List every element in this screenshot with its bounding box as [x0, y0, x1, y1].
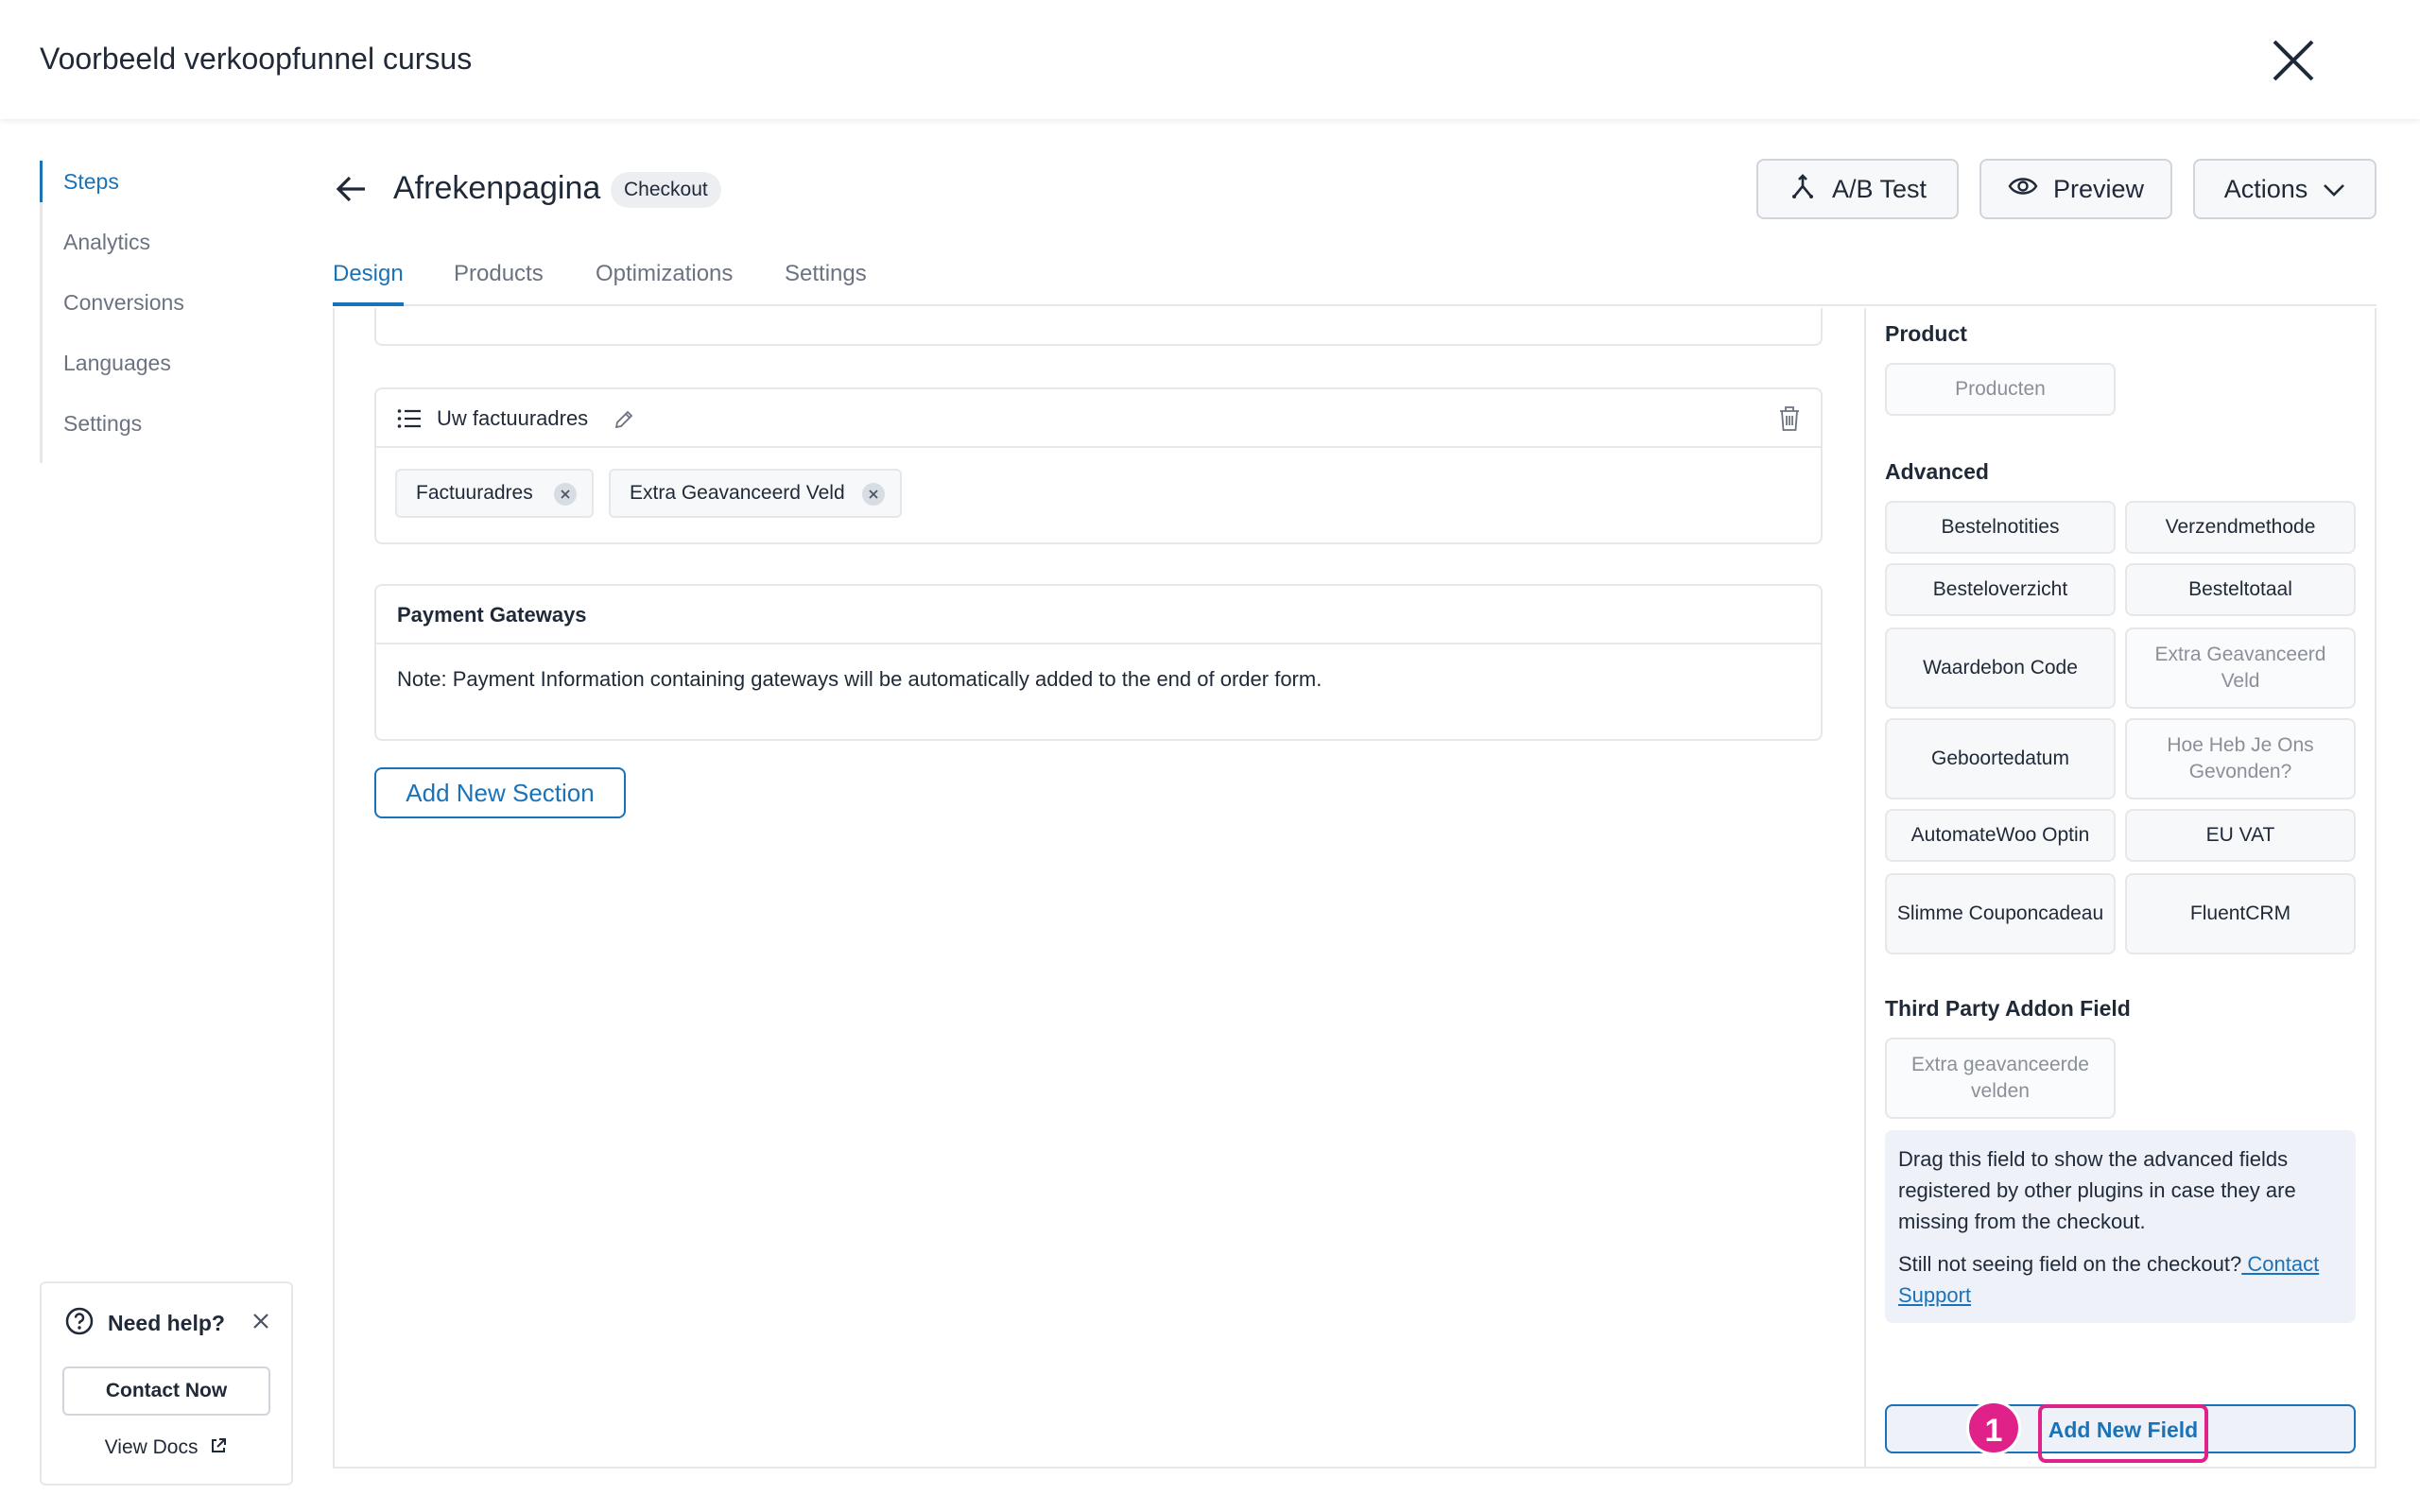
page-title: Voorbeeld verkoopfunnel cursus — [40, 42, 473, 76]
billing-section: Uw factuuradres Factuuradres Extra Geava… — [374, 387, 1823, 544]
step-title: Afrekenpagina — [393, 170, 601, 206]
info-question-line: Still not seeing field on the checkout? … — [1898, 1248, 2342, 1311]
field-besteltotaal[interactable]: Besteltotaal — [2125, 563, 2356, 616]
field-eu-vat[interactable]: EU VAT — [2125, 809, 2356, 862]
list-icon[interactable] — [397, 408, 422, 434]
annotation-marker: 1 — [1966, 1400, 2021, 1455]
field-waardebon-code[interactable]: Waardebon Code — [1885, 627, 2116, 709]
info-question: Still not seeing field on the checkout? — [1898, 1252, 2242, 1276]
edit-pencil-icon[interactable] — [613, 408, 635, 436]
remove-chip-icon[interactable] — [554, 483, 577, 506]
chevron-down-icon — [2323, 175, 2345, 204]
ab-test-label: A/B Test — [1831, 174, 1927, 203]
field-hoe-heb-je-ons-gevonden[interactable]: Hoe Heb Je Ons Gevonden? — [2125, 718, 2356, 799]
actions-dropdown[interactable]: Actions — [2193, 159, 2377, 219]
billing-section-header: Uw factuuradres — [376, 389, 1821, 448]
field-verzendmethode[interactable]: Verzendmethode — [2125, 501, 2356, 554]
tab-settings[interactable]: Settings — [785, 261, 867, 306]
app-header: Voorbeeld verkoopfunnel cursus — [0, 0, 2420, 119]
help-title: Need help? — [108, 1311, 225, 1335]
back-arrow-icon[interactable] — [333, 170, 371, 208]
sidebar-item-conversions[interactable]: Conversions — [43, 282, 229, 342]
add-new-field-button[interactable]: Add New Field — [2038, 1404, 2208, 1463]
field-fluentcrm[interactable]: FluentCRM — [2125, 873, 2356, 954]
chip-label: Factuuradres — [416, 482, 533, 504]
help-header: Need help? — [64, 1306, 225, 1341]
field-bestelnotities[interactable]: Bestelnotities — [1885, 501, 2116, 554]
view-docs-label: View Docs — [104, 1436, 199, 1458]
view-docs-link[interactable]: View Docs — [42, 1436, 291, 1459]
chip-label: Extra Geavanceerd Veld — [630, 482, 845, 504]
contact-now-button[interactable]: Contact Now — [62, 1366, 270, 1416]
remove-chip-icon[interactable] — [862, 483, 885, 506]
field-besteloverzicht[interactable]: Besteloverzicht — [1885, 563, 2116, 616]
external-link-icon — [203, 1436, 228, 1458]
field-extra-geavanceerde-velden[interactable]: Extra geavanceerde velden — [1885, 1038, 2116, 1119]
field-slimme-couponcadeau[interactable]: Slimme Couponcadeau — [1885, 873, 2116, 954]
preview-label: Preview — [2052, 174, 2145, 203]
add-new-section-button[interactable]: Add New Section — [374, 767, 626, 818]
step-type-badge: Checkout — [611, 172, 721, 208]
field-chip[interactable]: Extra Geavanceerd Veld — [609, 469, 902, 518]
sidebar-item-steps[interactable]: Steps — [40, 161, 229, 221]
field-geboortedatum[interactable]: Geboortedatum — [1885, 718, 2116, 799]
third-party-info-box: Drag this field to show the advanced fie… — [1885, 1130, 2356, 1323]
help-box: Need help? Contact Now View Docs — [40, 1281, 293, 1486]
field-extra-geavanceerd-veld[interactable]: Extra Geavanceerd Veld — [2125, 627, 2356, 709]
preview-button[interactable]: Preview — [1979, 159, 2172, 219]
section-title: Payment Gateways — [397, 603, 587, 627]
trash-icon[interactable] — [1777, 404, 1802, 438]
field-automatewoo-optin[interactable]: AutomateWoo Optin — [1885, 809, 2116, 862]
field-chip[interactable]: Factuuradres — [395, 469, 594, 518]
payment-note: Note: Payment Information containing gat… — [397, 667, 1322, 691]
advanced-heading: Advanced — [1885, 459, 1989, 484]
close-icon[interactable] — [2267, 34, 2320, 87]
sidebar-item-settings[interactable]: Settings — [43, 403, 229, 463]
sidebar-item-languages[interactable]: Languages — [43, 342, 229, 403]
info-text: Drag this field to show the advanced fie… — [1898, 1147, 2296, 1233]
product-heading: Product — [1885, 321, 1967, 346]
eye-icon — [2008, 175, 2038, 204]
previous-section — [374, 308, 1823, 346]
tab-design[interactable]: Design — [333, 261, 404, 306]
section-title: Uw factuuradres — [437, 406, 589, 430]
help-icon — [64, 1306, 95, 1341]
sidebar-item-analytics[interactable]: Analytics — [43, 221, 229, 282]
third-party-heading: Third Party Addon Field — [1885, 996, 2131, 1021]
help-close-icon[interactable] — [250, 1310, 272, 1332]
payment-section-header: Payment Gateways — [376, 586, 1821, 644]
ab-test-button[interactable]: A/B Test — [1756, 159, 1959, 219]
sidebar-nav: Steps Analytics Conversions Languages Se… — [40, 161, 229, 463]
payment-section: Payment Gateways Note: Payment Informati… — [374, 584, 1823, 741]
step-tabs: Design Products Optimizations Settings — [333, 257, 2377, 306]
field-producten[interactable]: Producten — [1885, 363, 2116, 416]
split-icon — [1789, 172, 1817, 207]
actions-label: Actions — [2223, 174, 2308, 203]
tab-products[interactable]: Products — [454, 261, 544, 306]
tab-optimizations[interactable]: Optimizations — [596, 261, 733, 306]
